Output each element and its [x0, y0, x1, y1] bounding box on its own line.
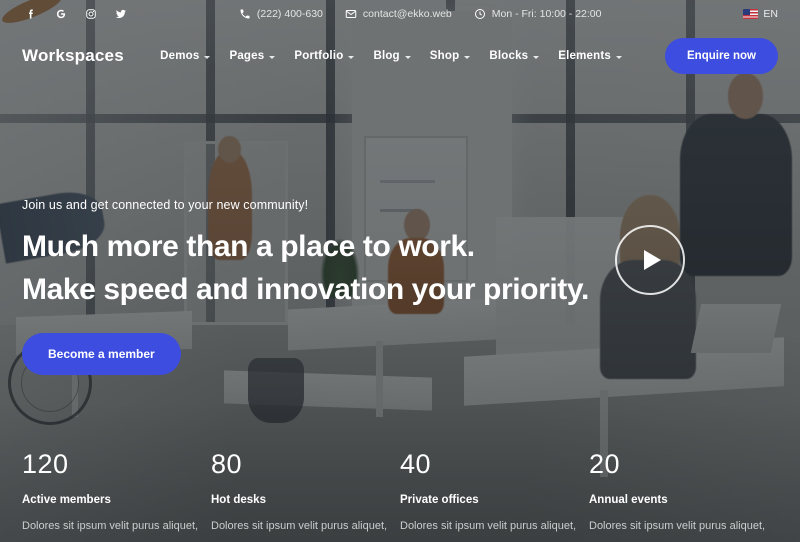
- phone-number: (222) 400-630: [256, 8, 323, 20]
- instagram-icon[interactable]: [84, 8, 97, 21]
- nav-item-blog[interactable]: Blog: [373, 50, 411, 62]
- clock-icon: [474, 9, 485, 19]
- stat-item: 40 Private offices Dolores sit ipsum vel…: [400, 444, 589, 542]
- facebook-icon[interactable]: [24, 8, 37, 21]
- hero-kicker: Join us and get connected to your new co…: [22, 198, 309, 212]
- language-selector[interactable]: EN: [743, 8, 778, 20]
- hero-heading: Much more than a place to work. Make spe…: [22, 226, 589, 311]
- email-info[interactable]: contact@ekko.web: [345, 8, 452, 20]
- video-play-button[interactable]: [615, 225, 685, 295]
- stat-number: 40: [400, 449, 432, 479]
- chevron-down-icon: [348, 55, 355, 59]
- stat-item: 120 Active members Dolores sit ipsum vel…: [22, 444, 211, 542]
- google-icon[interactable]: [54, 8, 67, 21]
- stat-label: Private offices: [400, 493, 479, 506]
- enquire-now-button[interactable]: Enquire now: [665, 38, 778, 74]
- nav-item-pages[interactable]: Pages: [229, 50, 276, 62]
- opening-hours: Mon - Fri: 10:00 - 22:00: [491, 8, 602, 20]
- chevron-down-icon: [204, 55, 211, 59]
- stat-number: 80: [211, 449, 243, 479]
- nav-item-demos[interactable]: Demos: [160, 50, 211, 62]
- social-links: [24, 8, 127, 21]
- stat-description: Dolores sit ipsum velit purus aliquet,: [589, 519, 766, 532]
- chevron-down-icon: [616, 55, 622, 59]
- nav-item-shop[interactable]: Shop: [430, 50, 471, 62]
- envelope-icon: [345, 10, 357, 18]
- site-logo[interactable]: Workspaces: [22, 46, 124, 66]
- nav-menu: Demos Pages Portfolio Blog Shop Blocks E…: [160, 38, 778, 74]
- chevron-down-icon: [464, 55, 471, 59]
- hero-heading-line1: Much more than a place to work.: [22, 230, 475, 263]
- topbar-actions: EN: [713, 8, 778, 39]
- hero-heading-line2: Make speed and innovation your priority.: [22, 272, 589, 306]
- chevron-down-icon: [404, 55, 411, 59]
- phone-info[interactable]: (222) 400-630: [239, 8, 323, 20]
- twitter-icon[interactable]: [114, 8, 127, 21]
- landing-page: (222) 400-630 contact@ekko.web Mon - Fri…: [0, 0, 800, 542]
- nav-label-blocks: Blocks: [489, 50, 529, 62]
- stat-label: Annual events: [589, 493, 668, 506]
- stat-number: 120: [22, 449, 69, 479]
- phone-icon: [240, 9, 250, 19]
- stat-label: Active members: [22, 493, 111, 506]
- stat-item: 20 Annual events Dolores sit ipsum velit…: [589, 444, 778, 542]
- nav-label-blog: Blog: [373, 50, 400, 62]
- nav-label-demos: Demos: [160, 50, 200, 62]
- nav-label-shop: Shop: [429, 50, 460, 62]
- top-bar: (222) 400-630 contact@ekko.web Mon - Fri…: [0, 0, 800, 39]
- main-navigation: Workspaces Demos Pages Portfolio Blog Sh…: [0, 28, 800, 84]
- chevron-down-icon: [533, 55, 540, 59]
- stat-item: 80 Hot desks Dolores sit ipsum velit pur…: [211, 444, 400, 542]
- us-flag-icon: [743, 9, 759, 19]
- stat-number: 20: [589, 449, 621, 479]
- play-icon: [644, 250, 661, 270]
- become-a-member-button[interactable]: Become a member: [22, 333, 181, 376]
- nav-label-elements: Elements: [558, 50, 611, 62]
- topbar-contact-info: (222) 400-630 contact@ekko.web Mon - Fri…: [127, 8, 713, 20]
- nav-item-portfolio[interactable]: Portfolio: [294, 50, 355, 62]
- chevron-down-icon: [269, 55, 276, 59]
- stats-bar: 120 Active members Dolores sit ipsum vel…: [0, 444, 800, 542]
- nav-label-portfolio: Portfolio: [294, 50, 344, 62]
- nav-label-pages: Pages: [229, 50, 265, 62]
- stat-description: Dolores sit ipsum velit purus aliquet,: [400, 519, 577, 532]
- stat-description: Dolores sit ipsum velit purus aliquet,: [211, 519, 388, 532]
- nav-item-blocks[interactable]: Blocks: [489, 50, 540, 62]
- email-address: contact@ekko.web: [362, 8, 452, 20]
- language-label: EN: [763, 8, 778, 20]
- hero-content: Join us and get connected to your new co…: [22, 198, 589, 376]
- nav-item-elements[interactable]: Elements: [558, 50, 622, 62]
- stat-label: Hot desks: [211, 493, 266, 506]
- hours-info: Mon - Fri: 10:00 - 22:00: [474, 8, 602, 20]
- stat-description: Dolores sit ipsum velit purus aliquet,: [22, 519, 199, 532]
